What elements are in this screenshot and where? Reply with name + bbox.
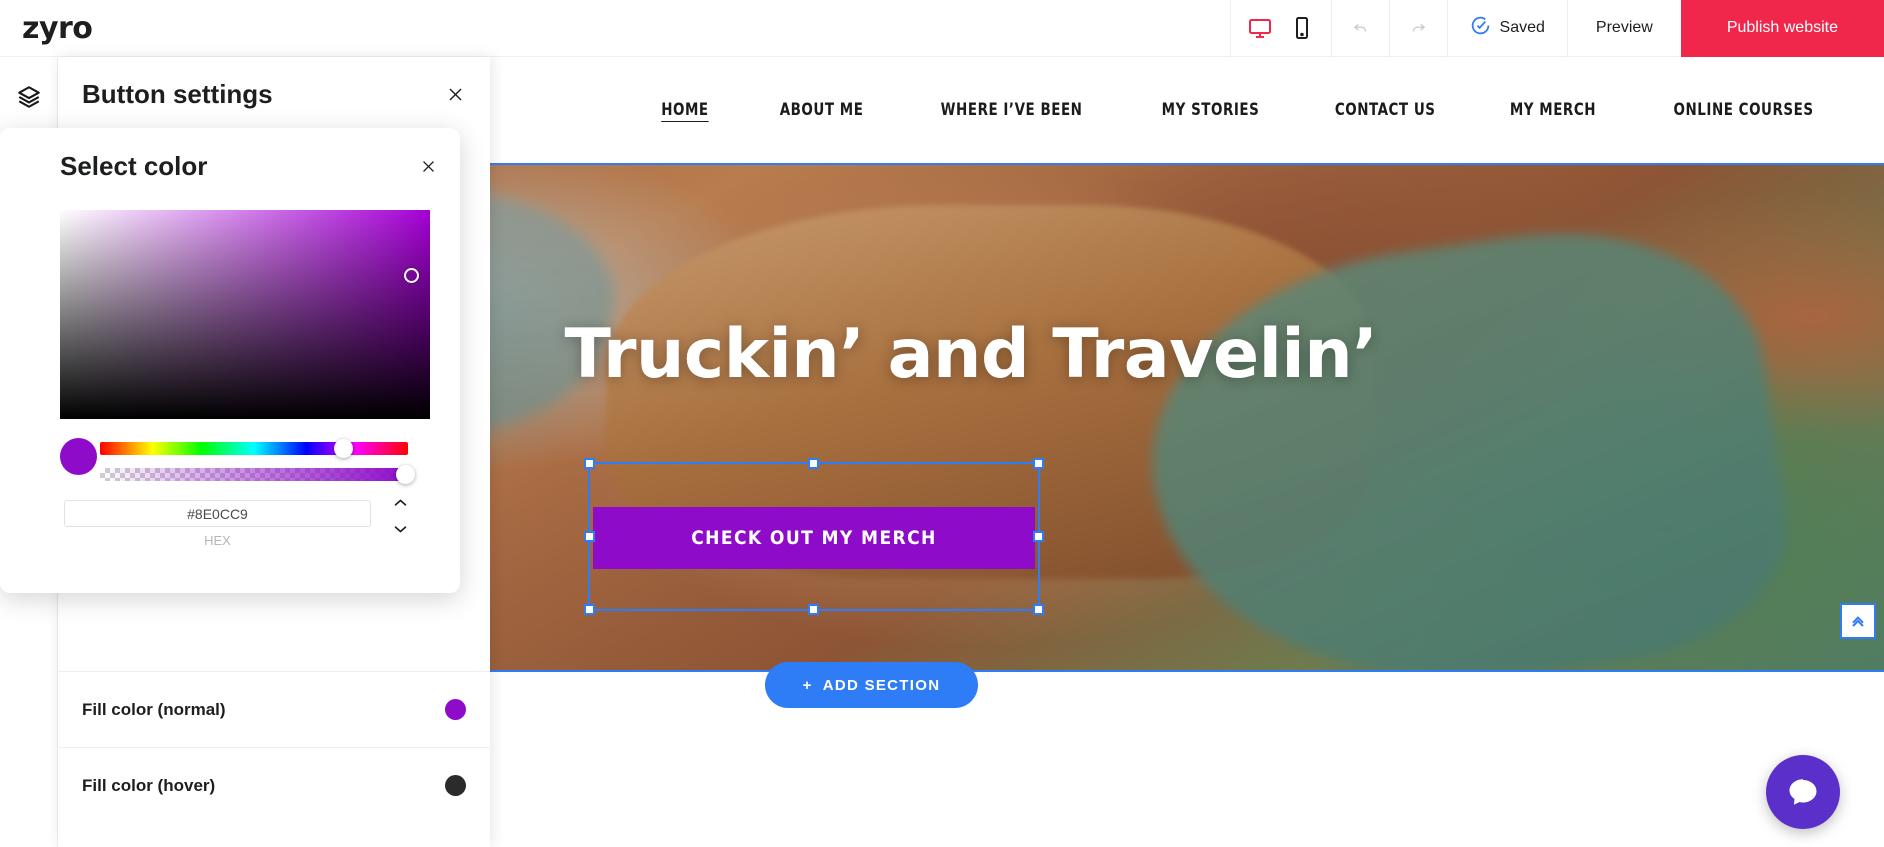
device-switcher bbox=[1229, 0, 1331, 57]
nav-item-contact-us[interactable]: CONTACT US bbox=[1307, 100, 1462, 120]
check-out-my-merch-button[interactable]: CHECK OUT MY MERCH bbox=[593, 507, 1035, 569]
preview-button[interactable]: Preview bbox=[1566, 0, 1681, 57]
add-section-label: ADD SECTION bbox=[822, 676, 941, 694]
nav-item-online-courses[interactable]: ONLINE COURSES bbox=[1646, 100, 1841, 120]
nav-item-my-merch[interactable]: MY MERCH bbox=[1483, 100, 1624, 120]
resize-handle-bottom-right[interactable] bbox=[1033, 604, 1044, 615]
nav-item-home[interactable]: HOME bbox=[634, 100, 736, 120]
close-icon[interactable] bbox=[442, 81, 468, 107]
mobile-icon[interactable] bbox=[1287, 13, 1317, 43]
fill-color-normal-swatch[interactable] bbox=[445, 699, 466, 720]
alpha-slider-knob[interactable] bbox=[396, 465, 415, 484]
fill-color-hover-swatch[interactable] bbox=[445, 775, 466, 796]
check-circle-icon bbox=[1470, 15, 1491, 41]
close-icon[interactable] bbox=[416, 154, 440, 178]
fill-color-hover-label: Fill color (hover) bbox=[82, 775, 216, 795]
resize-handle-middle-left[interactable] bbox=[584, 530, 595, 542]
select-color-header: Select color bbox=[0, 128, 460, 204]
resize-handle-middle-right[interactable] bbox=[1033, 530, 1044, 542]
hue-slider-knob[interactable] bbox=[334, 439, 353, 458]
layers-icon[interactable] bbox=[7, 75, 51, 119]
add-section-button[interactable]: + ADD SECTION bbox=[765, 662, 978, 708]
fill-color-normal-label: Fill color (normal) bbox=[82, 699, 226, 719]
resize-handle-top-right[interactable] bbox=[1033, 458, 1044, 469]
panel-title: Button settings bbox=[82, 78, 273, 109]
monitor-icon[interactable] bbox=[1245, 13, 1275, 43]
resize-handle-top-center[interactable] bbox=[808, 458, 819, 469]
fill-color-hover-row[interactable]: Fill color (hover) bbox=[58, 747, 490, 823]
hue-slider[interactable] bbox=[100, 439, 408, 458]
chevron-updown-icon[interactable] bbox=[390, 498, 410, 534]
nav-item-about-me[interactable]: ABOUT ME bbox=[753, 100, 891, 120]
hex-label: HEX bbox=[204, 533, 231, 548]
selected-button-widget[interactable]: CHECK OUT MY MERCH bbox=[584, 458, 1044, 615]
fill-color-normal-row[interactable]: Fill color (normal) bbox=[58, 671, 490, 747]
publish-website-button[interactable]: Publish website bbox=[1680, 0, 1884, 57]
nav-item-my-stories[interactable]: MY STORIES bbox=[1134, 100, 1286, 120]
undo-button[interactable] bbox=[1330, 0, 1389, 57]
alpha-slider[interactable] bbox=[100, 465, 415, 484]
zyro-logo[interactable]: zyro bbox=[22, 11, 93, 46]
scroll-up-button[interactable] bbox=[1840, 603, 1876, 639]
fill-color-rows: Fill color (normal) Fill color (hover) bbox=[58, 671, 490, 823]
saved-status: Saved bbox=[1446, 0, 1567, 57]
saturation-value-handle[interactable] bbox=[404, 268, 419, 283]
saved-label: Saved bbox=[1499, 19, 1545, 36]
resize-handle-bottom-left[interactable] bbox=[584, 604, 595, 615]
saturation-value-area[interactable] bbox=[60, 210, 430, 419]
color-preview-swatch bbox=[60, 438, 97, 475]
nav-item-where-ive-been[interactable]: WHERE I’VE BEEN bbox=[914, 100, 1110, 120]
hex-input[interactable]: #8E0CC9 bbox=[64, 500, 371, 527]
select-color-title: Select color bbox=[60, 150, 208, 181]
resize-handle-bottom-center[interactable] bbox=[808, 604, 819, 615]
top-toolbar: zyro Saved Preview Publish website bbox=[0, 0, 1884, 57]
redo-button[interactable] bbox=[1388, 0, 1447, 57]
button-settings-header: Button settings bbox=[58, 57, 490, 131]
select-color-popup: Select color #8E0CC9 HEX bbox=[0, 128, 460, 593]
chat-icon[interactable] bbox=[1766, 755, 1840, 829]
resize-handle-top-left[interactable] bbox=[584, 458, 595, 469]
plus-icon: + bbox=[802, 676, 813, 694]
nav-list: HOME ABOUT ME WHERE I’VE BEEN MY STORIES… bbox=[627, 100, 1854, 120]
